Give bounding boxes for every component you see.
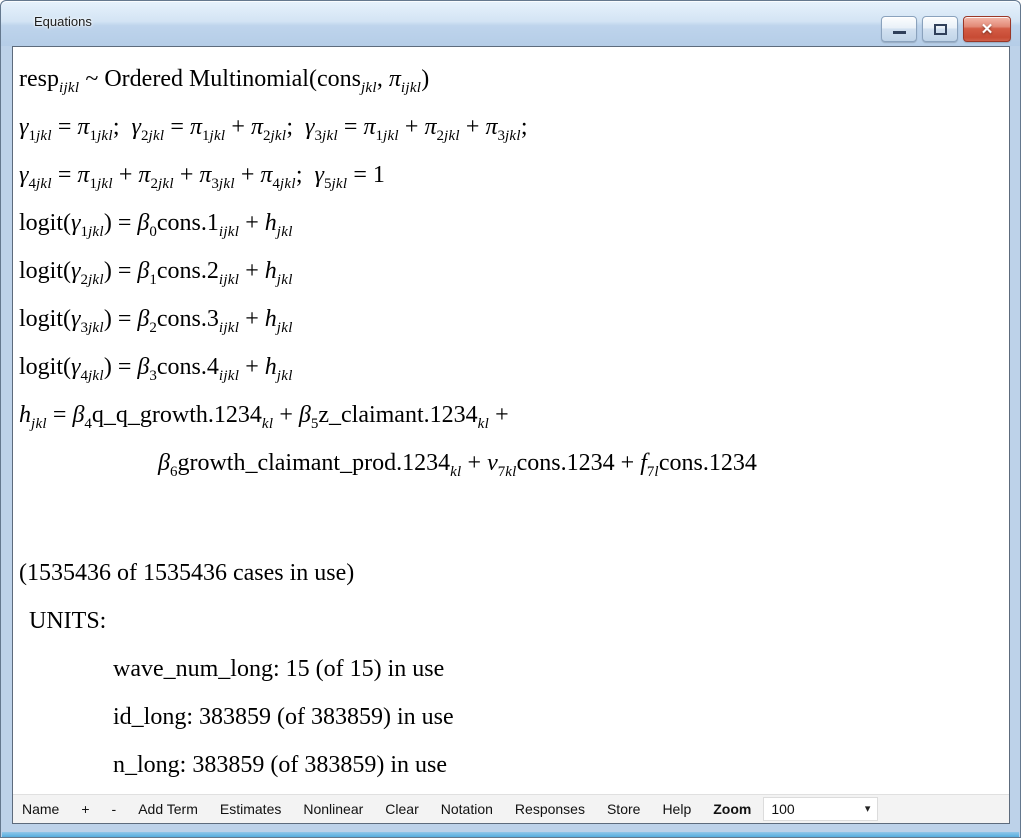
zoom-label: Zoom <box>713 801 751 817</box>
caption-buttons: ✕ <box>881 16 1011 42</box>
equation-line-h[interactable]: hjkl = β4q_q_growth.1234kl + β5z_claiman… <box>19 391 1005 439</box>
equation-line-logit4[interactable]: logit(γ4jkl) = β3cons.4ijkl + hjkl <box>19 343 1005 391</box>
unit-line-id-long: id_long: 383859 (of 383859) in use <box>19 693 1005 741</box>
equation-line-gamma-45[interactable]: γ4jkl = π1jkl + π2jkl + π3jkl + π4jkl; γ… <box>19 151 1005 199</box>
plus-button[interactable]: + <box>81 801 89 817</box>
titlebar[interactable]: Equations ✕ <box>1 1 1020 46</box>
nonlinear-button[interactable]: Nonlinear <box>303 801 363 817</box>
minimize-icon <box>893 31 906 34</box>
equations-display: respijkl ~ Ordered Multinomial(consjkl, … <box>13 47 1009 794</box>
close-button[interactable]: ✕ <box>963 16 1011 42</box>
unit-line-wave-num-long: wave_num_long: 15 (of 15) in use <box>19 645 1005 693</box>
help-button[interactable]: Help <box>662 801 691 817</box>
equations-toolbar: Name + - Add Term Estimates Nonlinear Cl… <box>13 794 1009 823</box>
chevron-down-icon: ▾ <box>865 804 871 815</box>
window-bottom-edge <box>2 832 1019 837</box>
responses-button[interactable]: Responses <box>515 801 585 817</box>
units-heading: UNITS: <box>19 597 1005 645</box>
minus-button[interactable]: - <box>112 801 117 817</box>
equation-line-logit3[interactable]: logit(γ3jkl) = β2cons.3ijkl + hjkl <box>19 295 1005 343</box>
equation-line-gamma-123[interactable]: γ1jkl = π1jkl; γ2jkl = π1jkl + π2jkl; γ3… <box>19 103 1005 151</box>
equation-line-response[interactable]: respijkl ~ Ordered Multinomial(consjkl, … <box>19 55 1005 103</box>
equation-line-h-continued[interactable]: β6growth_claimant_prod.1234kl + v7klcons… <box>19 439 1005 487</box>
estimates-button[interactable]: Estimates <box>220 801 281 817</box>
add-term-button[interactable]: Add Term <box>138 801 198 817</box>
zoom-value: 100 <box>771 801 794 817</box>
zoom-level-select[interactable]: 100 ▾ <box>763 797 878 821</box>
equations-canvas: respijkl ~ Ordered Multinomial(consjkl, … <box>12 46 1010 824</box>
equations-window: Equations ✕ respijkl ~ Ordered Multinomi… <box>0 0 1021 838</box>
equation-line-logit2[interactable]: logit(γ2jkl) = β1cons.2ijkl + hjkl <box>19 247 1005 295</box>
cases-in-use-note: (1535436 of 1535436 cases in use) <box>19 549 1005 597</box>
window-title: Equations <box>34 14 92 29</box>
maximize-icon <box>934 24 947 35</box>
minimize-button[interactable] <box>881 16 917 42</box>
store-button[interactable]: Store <box>607 801 640 817</box>
maximize-button[interactable] <box>922 16 958 42</box>
name-button[interactable]: Name <box>22 801 59 817</box>
notation-button[interactable]: Notation <box>441 801 493 817</box>
close-icon: ✕ <box>981 22 994 37</box>
unit-line-n-long: n_long: 383859 (of 383859) in use <box>19 741 1005 789</box>
equation-line-logit1[interactable]: logit(γ1jkl) = β0cons.1ijkl + hjkl <box>19 199 1005 247</box>
clear-button[interactable]: Clear <box>385 801 418 817</box>
